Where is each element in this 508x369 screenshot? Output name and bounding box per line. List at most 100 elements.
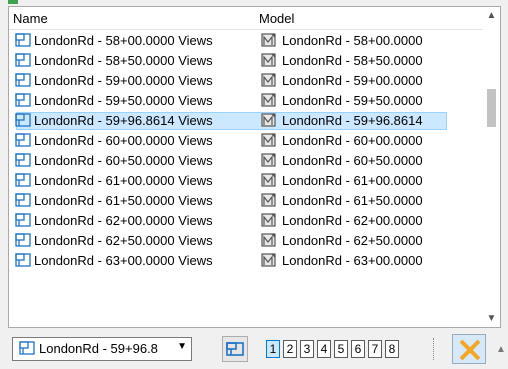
- row-name-cell[interactable]: LondonRd - 59+00.0000 Views: [15, 71, 213, 91]
- row-name-cell[interactable]: LondonRd - 58+00.0000 Views: [15, 31, 213, 51]
- toolbar-grip[interactable]: [433, 338, 437, 360]
- row-model-text: LondonRd - 61+50.0000: [282, 193, 423, 208]
- row-model-cell[interactable]: LondonRd - 61+50.0000: [261, 191, 423, 211]
- saved-view-icon: [15, 133, 31, 147]
- list-row[interactable]: LondonRd - 62+50.0000 Views LondonRd - 62…: [9, 231, 499, 251]
- list-row[interactable]: LondonRd - 62+00.0000 Views LondonRd - 62…: [9, 211, 499, 231]
- row-name-cell[interactable]: LondonRd - 63+00.0000 Views: [15, 251, 213, 271]
- list-row[interactable]: LondonRd - 60+50.0000 Views LondonRd - 60…: [9, 151, 499, 171]
- list-row[interactable]: LondonRd - 60+00.0000 Views LondonRd - 60…: [9, 131, 499, 151]
- model-icon: [261, 153, 277, 167]
- row-name-text: LondonRd - 61+00.0000 Views: [34, 173, 213, 188]
- list-row[interactable]: LondonRd - 59+00.0000 Views LondonRd - 59…: [9, 71, 499, 91]
- row-model-text: LondonRd - 60+50.0000: [282, 153, 423, 168]
- list-row[interactable]: LondonRd - 58+50.0000 Views LondonRd - 58…: [9, 51, 499, 71]
- view-window-button-7[interactable]: 7: [368, 340, 382, 358]
- saved-view-icon: [15, 253, 31, 267]
- list-header: Name Model: [9, 7, 500, 30]
- row-model-cell[interactable]: LondonRd - 58+50.0000: [261, 51, 423, 71]
- scroll-up-arrow-icon[interactable]: ▲: [483, 7, 500, 24]
- model-icon: [261, 113, 277, 127]
- view-selector-dropdown[interactable]: LondonRd - 59+96.8 ▼: [12, 337, 192, 361]
- row-name-cell[interactable]: LondonRd - 61+00.0000 Views: [15, 171, 213, 191]
- row-model-cell[interactable]: LondonRd - 60+00.0000: [261, 131, 423, 151]
- saved-view-icon: [15, 93, 31, 107]
- row-name-cell[interactable]: LondonRd - 62+00.0000 Views: [15, 211, 213, 231]
- view-window-button-1[interactable]: 1: [266, 340, 280, 358]
- vertical-scrollbar[interactable]: ▲ ▼: [483, 7, 500, 327]
- row-model-cell[interactable]: LondonRd - 59+96.8614: [261, 111, 423, 131]
- view-window-button-8[interactable]: 8: [385, 340, 399, 358]
- row-model-cell[interactable]: LondonRd - 62+00.0000: [261, 211, 423, 231]
- list-row[interactable]: LondonRd - 61+50.0000 Views LondonRd - 61…: [9, 191, 499, 211]
- saved-view-icon: [15, 33, 31, 47]
- saved-view-icon: [15, 53, 31, 67]
- view-window-button-3[interactable]: 3: [300, 340, 314, 358]
- saved-view-icon: [15, 73, 31, 87]
- saved-view-icon: [15, 113, 31, 127]
- row-model-text: LondonRd - 63+00.0000: [282, 253, 423, 268]
- row-model-cell[interactable]: LondonRd - 63+00.0000: [261, 251, 423, 271]
- saved-view-icon: [15, 193, 31, 207]
- row-model-text: LondonRd - 60+00.0000: [282, 133, 423, 148]
- view-window-button-4[interactable]: 4: [317, 340, 331, 358]
- views-button[interactable]: [222, 336, 248, 362]
- row-name-text: LondonRd - 60+00.0000 Views: [34, 133, 213, 148]
- model-icon: [261, 73, 277, 87]
- row-model-cell[interactable]: LondonRd - 61+00.0000: [261, 171, 423, 191]
- row-name-text: LondonRd - 62+50.0000 Views: [34, 233, 213, 248]
- model-icon: [261, 133, 277, 147]
- model-icon: [261, 193, 277, 207]
- column-header-model[interactable]: Model: [259, 11, 294, 26]
- row-model-cell[interactable]: LondonRd - 59+50.0000: [261, 91, 423, 111]
- row-model-cell[interactable]: LondonRd - 62+50.0000: [261, 231, 423, 251]
- views-icon: [226, 342, 244, 356]
- row-model-cell[interactable]: LondonRd - 58+00.0000: [261, 31, 423, 51]
- row-model-text: LondonRd - 58+50.0000: [282, 53, 423, 68]
- view-window-button-6[interactable]: 6: [351, 340, 365, 358]
- row-name-cell[interactable]: LondonRd - 61+50.0000 Views: [15, 191, 213, 211]
- row-model-cell[interactable]: LondonRd - 60+50.0000: [261, 151, 423, 171]
- saved-view-icon: [15, 213, 31, 227]
- view-window-button-5[interactable]: 5: [334, 340, 348, 358]
- close-button[interactable]: [452, 334, 486, 364]
- row-name-cell[interactable]: LondonRd - 62+50.0000 Views: [15, 231, 213, 251]
- list-row[interactable]: LondonRd - 63+00.0000 Views LondonRd - 63…: [9, 251, 499, 271]
- close-x-icon: [459, 339, 481, 361]
- row-model-text: LondonRd - 61+00.0000: [282, 173, 423, 188]
- model-icon: [261, 173, 277, 187]
- scroll-right-arrow-icon[interactable]: ▲: [496, 344, 506, 355]
- row-name-text: LondonRd - 58+50.0000 Views: [34, 53, 213, 68]
- views-list: LondonRd - 58+00.0000 Views LondonRd - 58…: [9, 31, 499, 271]
- saved-view-icon: [15, 173, 31, 187]
- row-name-cell[interactable]: LondonRd - 59+96.8614 Views: [15, 111, 213, 131]
- saved-view-icon: [15, 233, 31, 247]
- row-model-text: LondonRd - 62+50.0000: [282, 233, 423, 248]
- chevron-down-icon: ▼: [177, 341, 187, 352]
- row-name-text: LondonRd - 59+50.0000 Views: [34, 93, 213, 108]
- row-model-text: LondonRd - 62+00.0000: [282, 213, 423, 228]
- list-row[interactable]: LondonRd - 59+96.8614 Views LondonRd - 59…: [9, 111, 499, 131]
- model-icon: [261, 213, 277, 227]
- column-header-name[interactable]: Name: [13, 11, 48, 26]
- row-model-cell[interactable]: LondonRd - 59+00.0000: [261, 71, 423, 91]
- scrollbar-thumb[interactable]: [487, 89, 496, 127]
- row-name-cell[interactable]: LondonRd - 60+00.0000 Views: [15, 131, 213, 151]
- view-selector-value: LondonRd - 59+96.8: [39, 341, 158, 356]
- row-name-text: LondonRd - 61+50.0000 Views: [34, 193, 213, 208]
- row-name-cell[interactable]: LondonRd - 58+50.0000 Views: [15, 51, 213, 71]
- model-icon: [261, 253, 277, 267]
- views-list-panel: Name Model LondonRd - 58+00.0000 Views Lo…: [8, 6, 501, 328]
- scroll-down-arrow-icon[interactable]: ▼: [483, 310, 500, 327]
- list-row[interactable]: LondonRd - 61+00.0000 Views LondonRd - 61…: [9, 171, 499, 191]
- row-name-text: LondonRd - 58+00.0000 Views: [34, 33, 213, 48]
- row-name-cell[interactable]: LondonRd - 59+50.0000 Views: [15, 91, 213, 111]
- row-name-text: LondonRd - 59+00.0000 Views: [34, 73, 213, 88]
- row-model-text: LondonRd - 59+50.0000: [282, 93, 423, 108]
- row-name-cell[interactable]: LondonRd - 60+50.0000 Views: [15, 151, 213, 171]
- list-row[interactable]: LondonRd - 58+00.0000 Views LondonRd - 58…: [9, 31, 499, 51]
- model-icon: [261, 93, 277, 107]
- list-row[interactable]: LondonRd - 59+50.0000 Views LondonRd - 59…: [9, 91, 499, 111]
- model-icon: [261, 233, 277, 247]
- view-window-button-2[interactable]: 2: [283, 340, 297, 358]
